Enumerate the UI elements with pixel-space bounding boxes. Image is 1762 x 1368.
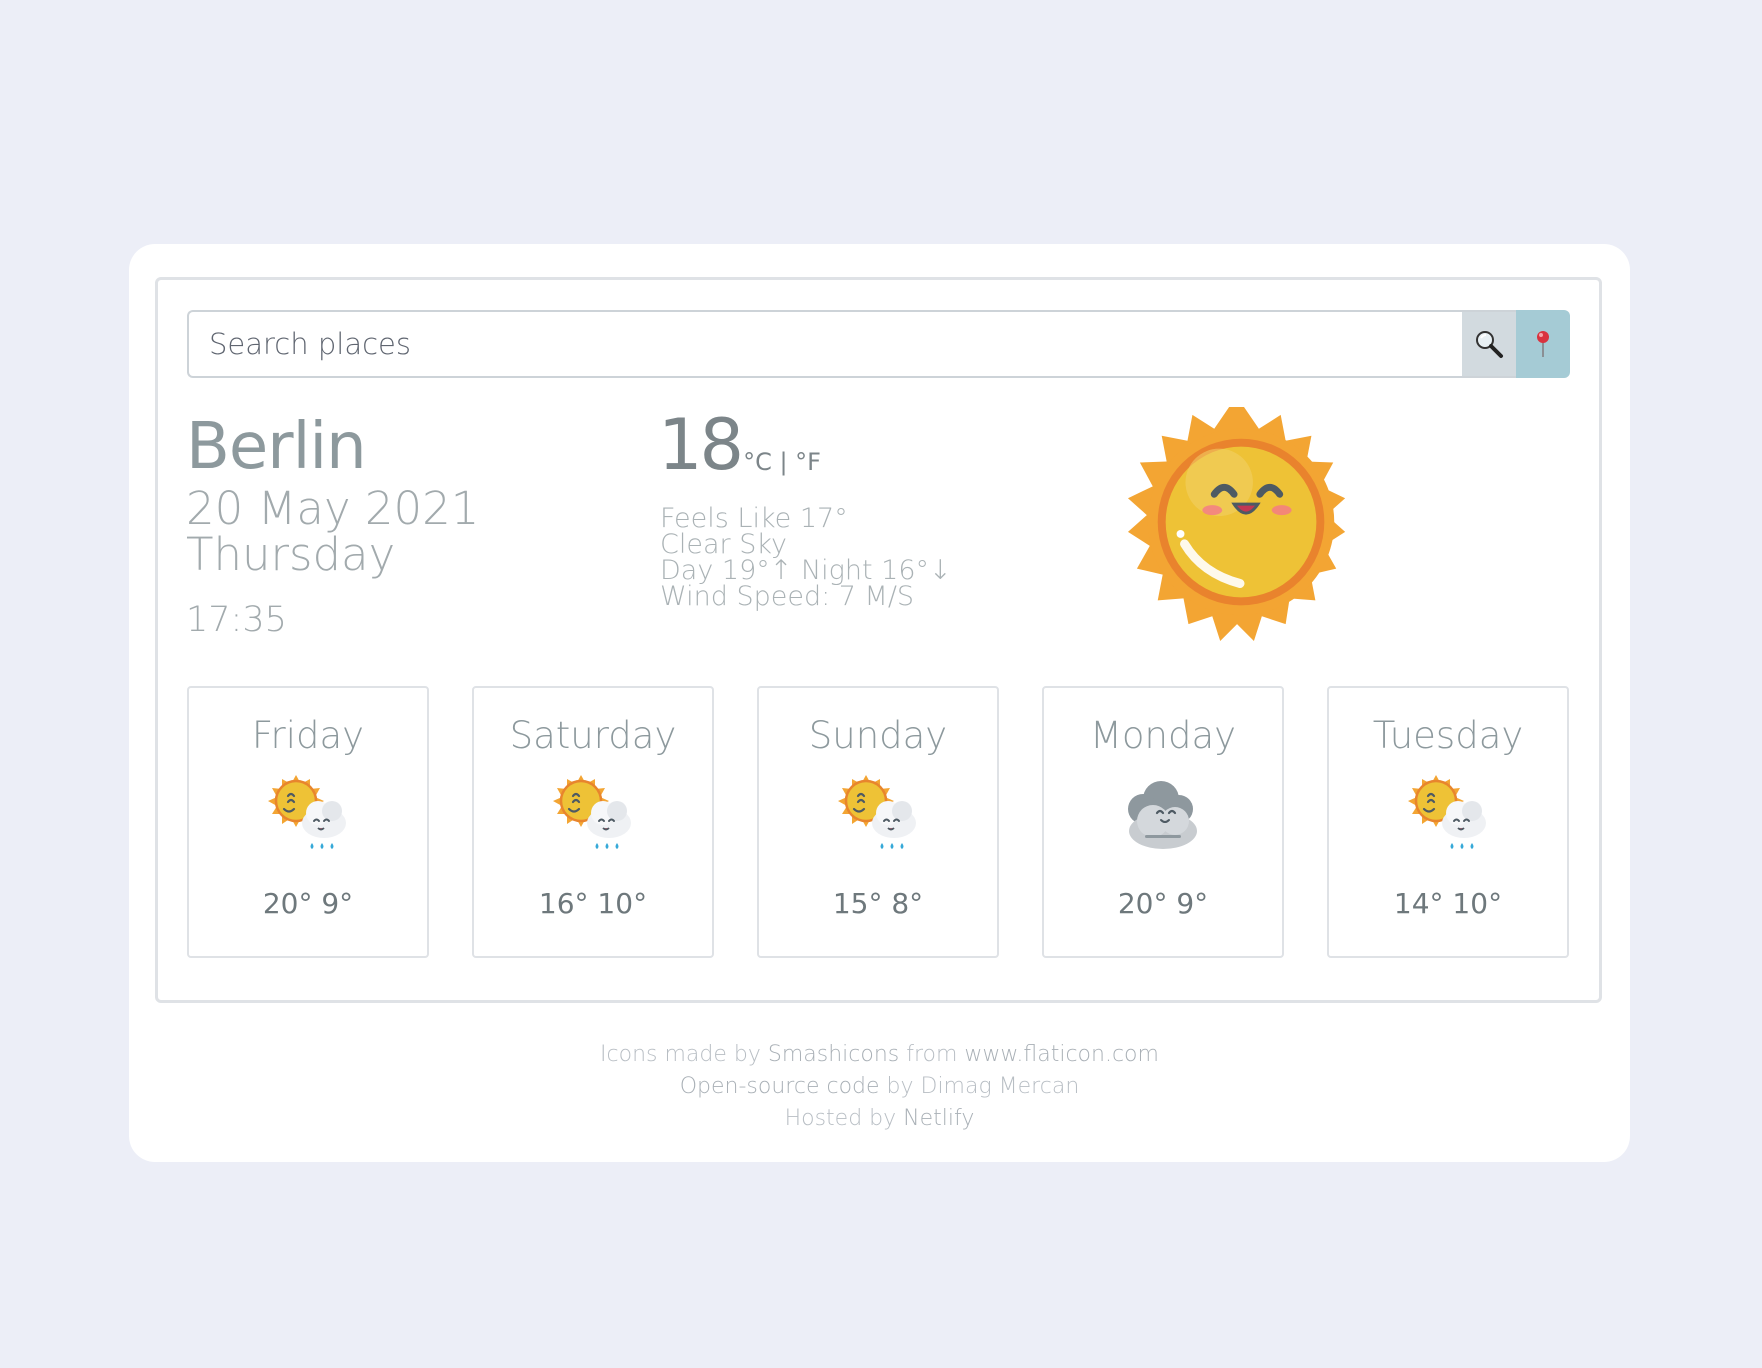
search-button[interactable] bbox=[1462, 310, 1516, 378]
current-temperature: 18 bbox=[658, 404, 744, 486]
sun-rain-cloud-icon bbox=[1406, 773, 1488, 851]
forecast-card-tuesday: Tuesday 14° 10° bbox=[1327, 686, 1569, 958]
forecast-card-friday: Friday 20° 9° bbox=[187, 686, 429, 958]
forecast-card-sunday: Sunday 15° 8° bbox=[757, 686, 999, 958]
cloudy-icon bbox=[1126, 779, 1199, 851]
footer-hosting-credit: Hosted by Netlify bbox=[784, 1106, 975, 1131]
source-code-link[interactable]: Open-source code bbox=[680, 1074, 880, 1099]
city-name: Berlin bbox=[186, 410, 367, 484]
forecast-day: Sunday bbox=[808, 714, 948, 757]
forecast-card-saturday: Saturday 16° 10° bbox=[472, 686, 714, 958]
footer-icons-credit: Icons made by Smashicons from www.flatic… bbox=[600, 1042, 1159, 1067]
flaticon-link[interactable]: www.flaticon.com bbox=[964, 1042, 1159, 1067]
current-time: 17:35 bbox=[186, 600, 287, 640]
search-bar bbox=[187, 310, 1570, 378]
unit-toggle[interactable]: °C | °F bbox=[743, 448, 821, 476]
current-date: 20 May 2021 bbox=[186, 482, 480, 535]
weather-card: Berlin 20 May 2021 Thursday 17:35 18 °C … bbox=[129, 244, 1630, 1162]
forecast-day: Monday bbox=[1089, 714, 1237, 757]
location-button[interactable] bbox=[1516, 310, 1570, 378]
current-weekday: Thursday bbox=[186, 528, 396, 581]
forecast-temps: 20° 9° bbox=[262, 887, 354, 920]
weather-details: Feels Like 17° Clear Sky Day 19°↑ Night … bbox=[660, 505, 952, 612]
magnifier-icon bbox=[1476, 331, 1503, 358]
sun-icon bbox=[1127, 406, 1346, 642]
forecast-day: Tuesday bbox=[1372, 714, 1524, 757]
wind-speed: Wind Speed: 7 M/S bbox=[660, 581, 915, 612]
pin-icon bbox=[1537, 331, 1549, 357]
forecast-day: Saturday bbox=[509, 714, 677, 757]
forecast-temps: 15° 8° bbox=[832, 887, 924, 920]
forecast-temps: 16° 10° bbox=[538, 887, 648, 920]
footer-source-credit: Open-source code by Dimag Mercan bbox=[679, 1074, 1080, 1099]
forecast-temps: 20° 9° bbox=[1117, 887, 1209, 920]
forecast-temps: 14° 10° bbox=[1393, 887, 1503, 920]
smashicons-link[interactable]: Smashicons bbox=[768, 1042, 899, 1067]
sun-rain-cloud-icon bbox=[266, 773, 348, 851]
weather-panel: Berlin 20 May 2021 Thursday 17:35 18 °C … bbox=[155, 277, 1602, 1003]
search-input[interactable] bbox=[187, 310, 1462, 378]
sun-rain-cloud-icon bbox=[551, 773, 633, 851]
forecast-card-monday: Monday 20° 9° bbox=[1042, 686, 1284, 958]
sun-rain-cloud-icon bbox=[836, 773, 918, 851]
temperature-block: 18 °C | °F bbox=[658, 410, 821, 480]
forecast-day: Friday bbox=[251, 714, 365, 757]
footer-credits: Icons made by Smashicons from www.flatic… bbox=[129, 1039, 1630, 1135]
netlify-link[interactable]: Netlify bbox=[903, 1106, 974, 1131]
